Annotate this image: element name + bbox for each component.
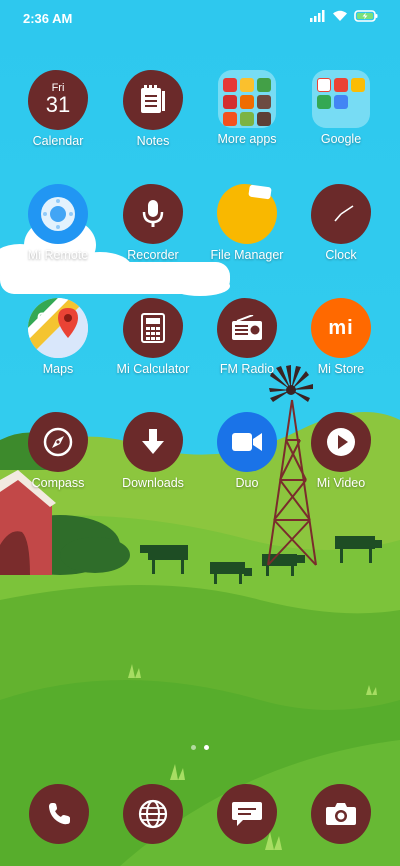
video-camera-icon	[217, 412, 277, 472]
folder-file-icon	[217, 184, 277, 244]
app-label: File Manager	[210, 248, 284, 262]
folder-icon	[218, 70, 276, 128]
calendar-icon: Fri 31	[28, 70, 88, 130]
phone-icon	[29, 784, 89, 844]
clock-icon	[311, 184, 371, 244]
app-label: Google	[320, 132, 362, 146]
app-mi-calculator[interactable]: Mi Calculator	[103, 298, 203, 376]
status-time: 2:36 AM	[23, 11, 73, 26]
mi-logo-text: mi	[328, 316, 354, 339]
download-icon	[123, 412, 183, 472]
camera-icon	[311, 784, 371, 844]
app-mi-video[interactable]: Mi Video	[291, 412, 391, 490]
page-dot-current[interactable]	[204, 745, 209, 750]
app-mi-store[interactable]: mi Mi Store	[291, 298, 391, 376]
battery-charging-icon	[354, 10, 378, 22]
remote-icon	[28, 184, 88, 244]
app-label: More apps	[217, 132, 277, 146]
mi-store-icon: mi	[311, 298, 371, 358]
app-label: Downloads	[122, 476, 184, 490]
app-fm-radio[interactable]: FM Radio	[197, 298, 297, 376]
app-label: Mi Video	[316, 476, 366, 490]
dock-messages[interactable]	[217, 784, 277, 844]
play-icon	[311, 412, 371, 472]
page-dot[interactable]	[191, 745, 196, 750]
app-file-manager[interactable]: File Manager	[197, 184, 297, 262]
calendar-date: 31	[45, 92, 71, 117]
folder-more-apps[interactable]: More apps	[197, 70, 297, 146]
maps-icon: G	[28, 298, 88, 358]
dock-phone[interactable]	[29, 784, 89, 844]
compass-icon	[28, 412, 88, 472]
folder-icon	[312, 70, 370, 128]
app-clock[interactable]: Clock	[291, 184, 391, 262]
app-label: Duo	[235, 476, 259, 490]
app-label: Recorder	[127, 248, 179, 262]
app-label: FM Radio	[219, 362, 275, 376]
signal-icon	[310, 10, 325, 22]
app-label: Compass	[31, 476, 85, 490]
svg-text:G: G	[37, 309, 48, 325]
folder-google[interactable]: Google	[291, 70, 391, 146]
app-label: Clock	[325, 248, 357, 262]
globe-icon	[123, 784, 183, 844]
microphone-icon	[123, 184, 183, 244]
app-label: Notes	[136, 134, 170, 148]
wifi-icon	[333, 10, 347, 21]
radio-icon	[217, 298, 277, 358]
app-downloads[interactable]: Downloads	[103, 412, 203, 490]
app-label: Calendar	[32, 134, 84, 148]
app-maps[interactable]: G Maps	[8, 298, 108, 376]
notes-icon	[123, 70, 183, 130]
dock-browser[interactable]	[123, 784, 183, 844]
app-calendar[interactable]: Fri 31 Calendar	[8, 70, 108, 148]
page-indicator[interactable]	[0, 745, 400, 750]
calculator-icon	[123, 298, 183, 358]
app-recorder[interactable]: Recorder	[103, 184, 203, 262]
app-mi-remote[interactable]: Mi Remote	[8, 184, 108, 262]
app-label: Mi Calculator	[116, 362, 190, 376]
app-compass[interactable]: Compass	[8, 412, 108, 490]
app-notes[interactable]: Notes	[103, 70, 203, 148]
status-bar: 2:36 AM	[0, 0, 400, 36]
app-label: Maps	[42, 362, 74, 376]
app-duo[interactable]: Duo	[197, 412, 297, 490]
message-icon	[217, 784, 277, 844]
app-label: Mi Store	[317, 362, 365, 376]
dock-camera[interactable]	[311, 784, 371, 844]
app-label: Mi Remote	[27, 248, 89, 262]
